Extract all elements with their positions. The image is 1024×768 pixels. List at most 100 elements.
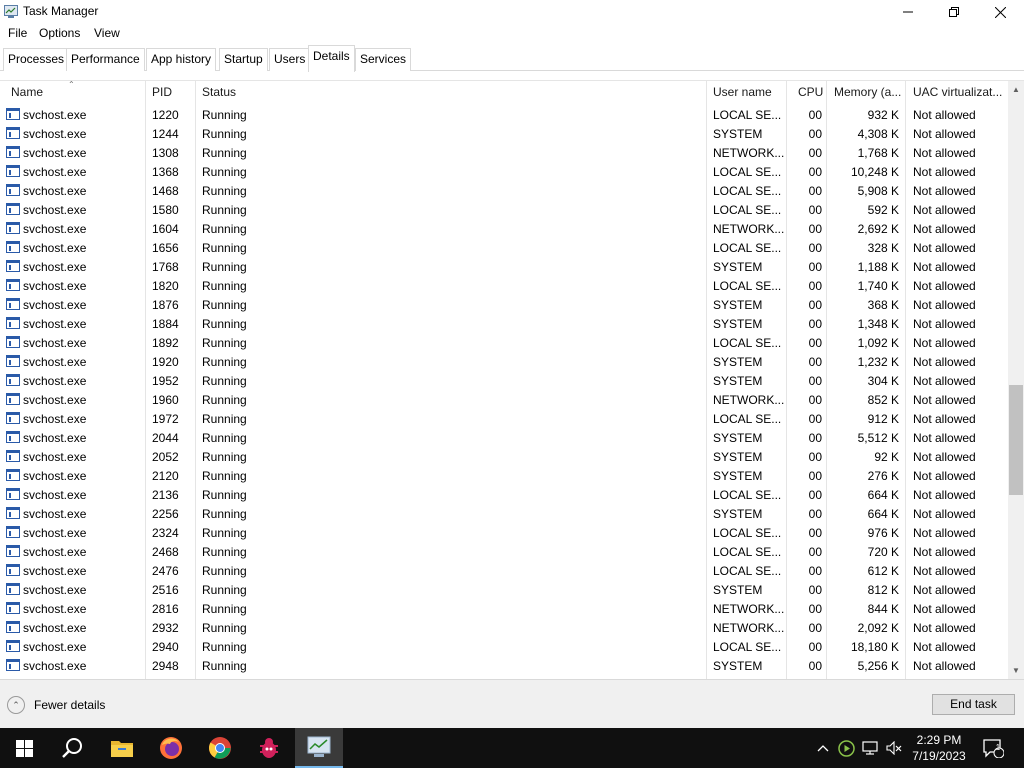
table-row[interactable]: svchost.exe 1468 Running LOCAL SE... 00 5,908… [0,181,1008,200]
clock-date: 7/19/2023 [912,749,966,763]
process-name: svchost.exe [23,640,87,654]
close-button[interactable] [977,0,1023,24]
table-row[interactable]: svchost.exe 2044 Running SYSTEM 00 5,512 K Not… [0,428,1008,447]
column-header-user-name[interactable]: User name [713,81,772,105]
table-row[interactable]: svchost.exe 1308 Running NETWORK... 00 1,768 … [0,143,1008,162]
table-row[interactable]: svchost.exe 1244 Running SYSTEM 00 4,308 K Not… [0,124,1008,143]
table-row[interactable]: svchost.exe 1580 Running LOCAL SE... 00 592 K… [0,200,1008,219]
table-row[interactable]: svchost.exe 2136 Running LOCAL SE... 00 664 K… [0,485,1008,504]
search-button[interactable] [48,728,96,768]
process-pid: 2468 [152,545,179,559]
table-row[interactable]: svchost.exe 2120 Running SYSTEM 00 276 K Not a… [0,466,1008,485]
table-row[interactable]: svchost.exe 1972 Running LOCAL SE... 00 912 K… [0,409,1008,428]
fewer-details-button[interactable]: ⌃ Fewer details [7,695,105,715]
network-tray-button[interactable] [860,728,880,768]
notification-center-button[interactable]: 1 [979,728,1007,768]
table-row[interactable]: svchost.exe 1220 Running LOCAL SE... 00 932 K… [0,105,1008,124]
tab-performance[interactable]: Performance [66,48,145,71]
table-row[interactable]: svchost.exe 2516 Running SYSTEM 00 812 K Not a… [0,580,1008,599]
table-row[interactable]: svchost.exe 2052 Running SYSTEM 00 92 K Not al… [0,447,1008,466]
process-user: SYSTEM [713,507,763,521]
process-status: Running [202,184,247,198]
menu-view[interactable]: View [94,26,120,40]
process-uac: Not allowed [913,393,976,407]
menu-options[interactable]: Options [39,26,80,40]
table-row[interactable]: svchost.exe 2948 Running SYSTEM 00 5,256 K Not… [0,656,1008,675]
bug-app-button[interactable] [245,728,293,768]
process-user: NETWORK... [713,621,785,635]
process-name: svchost.exe [23,108,87,122]
table-row[interactable]: svchost.exe 1920 Running SYSTEM 00 1,232 K Not… [0,352,1008,371]
process-user: LOCAL SE... [713,545,782,559]
tab-startup[interactable]: Startup [219,48,268,71]
process-pid: 1468 [152,184,179,198]
column-header-name[interactable]: Name [11,81,43,105]
process-icon [6,127,20,139]
process-cpu: 00 [808,526,822,540]
column-header-uac[interactable]: UAC virtualizat... [913,81,1002,105]
column-header-status[interactable]: Status [202,81,236,105]
table-row[interactable]: svchost.exe 2256 Running SYSTEM 00 664 K Not a… [0,504,1008,523]
table-row[interactable]: svchost.exe 1820 Running LOCAL SE... 00 1,740… [0,276,1008,295]
scroll-up-icon[interactable]: ▲ [1008,81,1024,98]
table-row[interactable]: svchost.exe 2476 Running LOCAL SE... 00 612 K… [0,561,1008,580]
process-status: Running [202,412,247,426]
table-row[interactable]: svchost.exe 2468 Running LOCAL SE... 00 720 K… [0,542,1008,561]
tab-app-history[interactable]: App history [146,48,217,71]
close-icon [994,6,1006,18]
process-cpu: 00 [808,165,822,179]
tab-bar: Processes Performance App history Startu… [0,44,1024,72]
scroll-down-icon[interactable]: ▼ [1008,662,1024,679]
process-status: Running [202,279,247,293]
process-status: Running [202,260,247,274]
table-row[interactable]: svchost.exe 1960 Running NETWORK... 00 852 K N… [0,390,1008,409]
media-tray-button[interactable] [836,728,856,768]
task-manager-app-icon [4,5,18,18]
tab-processes[interactable]: Processes [3,48,70,71]
table-row[interactable]: svchost.exe 1604 Running NETWORK... 00 2,692 … [0,219,1008,238]
process-name: svchost.exe [23,564,87,578]
restore-button[interactable] [931,0,977,24]
table-row[interactable]: svchost.exe 1768 Running SYSTEM 00 1,188 K Not… [0,257,1008,276]
table-row[interactable]: svchost.exe 2816 Running NETWORK... 00 844 K N… [0,599,1008,618]
process-pid: 1972 [152,412,179,426]
end-task-button[interactable]: End task [932,694,1015,715]
firefox-button[interactable] [147,728,195,768]
table-row[interactable]: svchost.exe 1892 Running LOCAL SE... 00 1,092… [0,333,1008,352]
tab-services[interactable]: Services [355,48,412,71]
table-row[interactable]: svchost.exe 1368 Running LOCAL SE... 00 10,24… [0,162,1008,181]
vertical-scrollbar[interactable]: ▲ ▼ [1008,81,1024,679]
start-button[interactable] [0,728,48,768]
volume-tray-button[interactable] [884,728,904,768]
table-row[interactable]: svchost.exe 1656 Running LOCAL SE... 00 328 K… [0,238,1008,257]
show-hidden-icons-button[interactable] [813,728,833,768]
tab-details[interactable]: Details [308,45,355,72]
column-header-cpu[interactable]: CPU [798,81,823,105]
table-row[interactable]: svchost.exe 1884 Running SYSTEM 00 1,348 K Not… [0,314,1008,333]
table-row[interactable]: svchost.exe 2324 Running LOCAL SE... 00 976 K… [0,523,1008,542]
process-cpu: 00 [808,507,822,521]
chrome-button[interactable] [196,728,244,768]
process-memory: 844 K [867,602,899,616]
column-header-memory[interactable]: Memory (a... [834,81,901,105]
table-row[interactable]: svchost.exe 1876 Running SYSTEM 00 368 K Not a… [0,295,1008,314]
menu-file[interactable]: File [8,26,27,40]
task-manager-taskbar-button[interactable] [295,728,343,768]
process-status: Running [202,507,247,521]
tab-users[interactable]: Users [269,48,311,71]
process-cpu: 00 [808,621,822,635]
column-header-pid[interactable]: PID [152,81,172,105]
table-row[interactable]: svchost.exe 1952 Running SYSTEM 00 304 K Not a… [0,371,1008,390]
process-icon [6,412,20,424]
file-explorer-button[interactable] [98,728,146,768]
taskbar-clock[interactable]: 2:29 PM 7/19/2023 [905,732,973,764]
minimize-button[interactable] [885,0,931,24]
process-user: SYSTEM [713,355,763,369]
scrollbar-thumb[interactable] [1009,385,1023,495]
process-status: Running [202,203,247,217]
table-row[interactable]: svchost.exe 2940 Running LOCAL SE... 00 18,18… [0,637,1008,656]
process-memory: 612 K [867,564,899,578]
process-pid: 2516 [152,583,179,597]
process-icon [6,602,20,614]
table-row[interactable]: svchost.exe 2932 Running NETWORK... 00 2,092 … [0,618,1008,637]
